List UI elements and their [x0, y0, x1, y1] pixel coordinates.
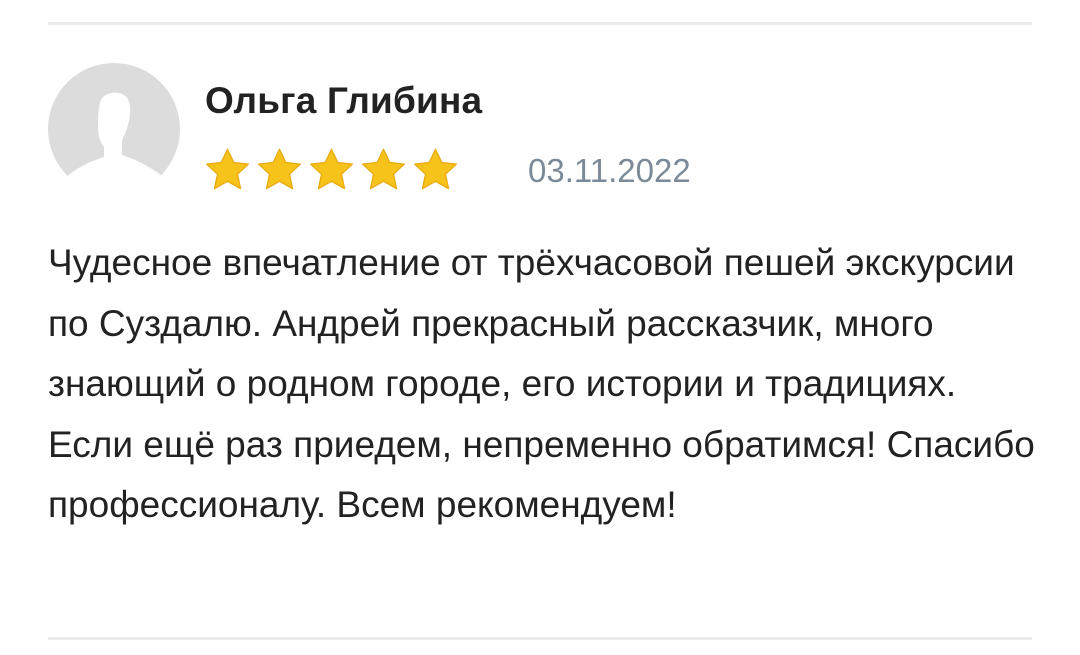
star-icon — [411, 146, 460, 195]
review-date: 03.11.2022 — [528, 152, 691, 189]
bottom-divider — [48, 637, 1032, 640]
star-icon — [359, 146, 408, 195]
review-card: Ольга Глибина 03.11.2022 Чудесное впечат… — [0, 0, 1080, 655]
top-divider — [48, 22, 1032, 25]
user-avatar-icon[interactable] — [48, 63, 180, 195]
star-rating — [203, 145, 460, 195]
review-text: Чудесное впечатление от трёхчасовой пеше… — [48, 242, 1035, 525]
star-icon — [203, 146, 252, 195]
star-icon — [307, 146, 356, 195]
author-name[interactable]: Ольга Глибина — [205, 80, 482, 122]
star-icon — [255, 146, 304, 195]
